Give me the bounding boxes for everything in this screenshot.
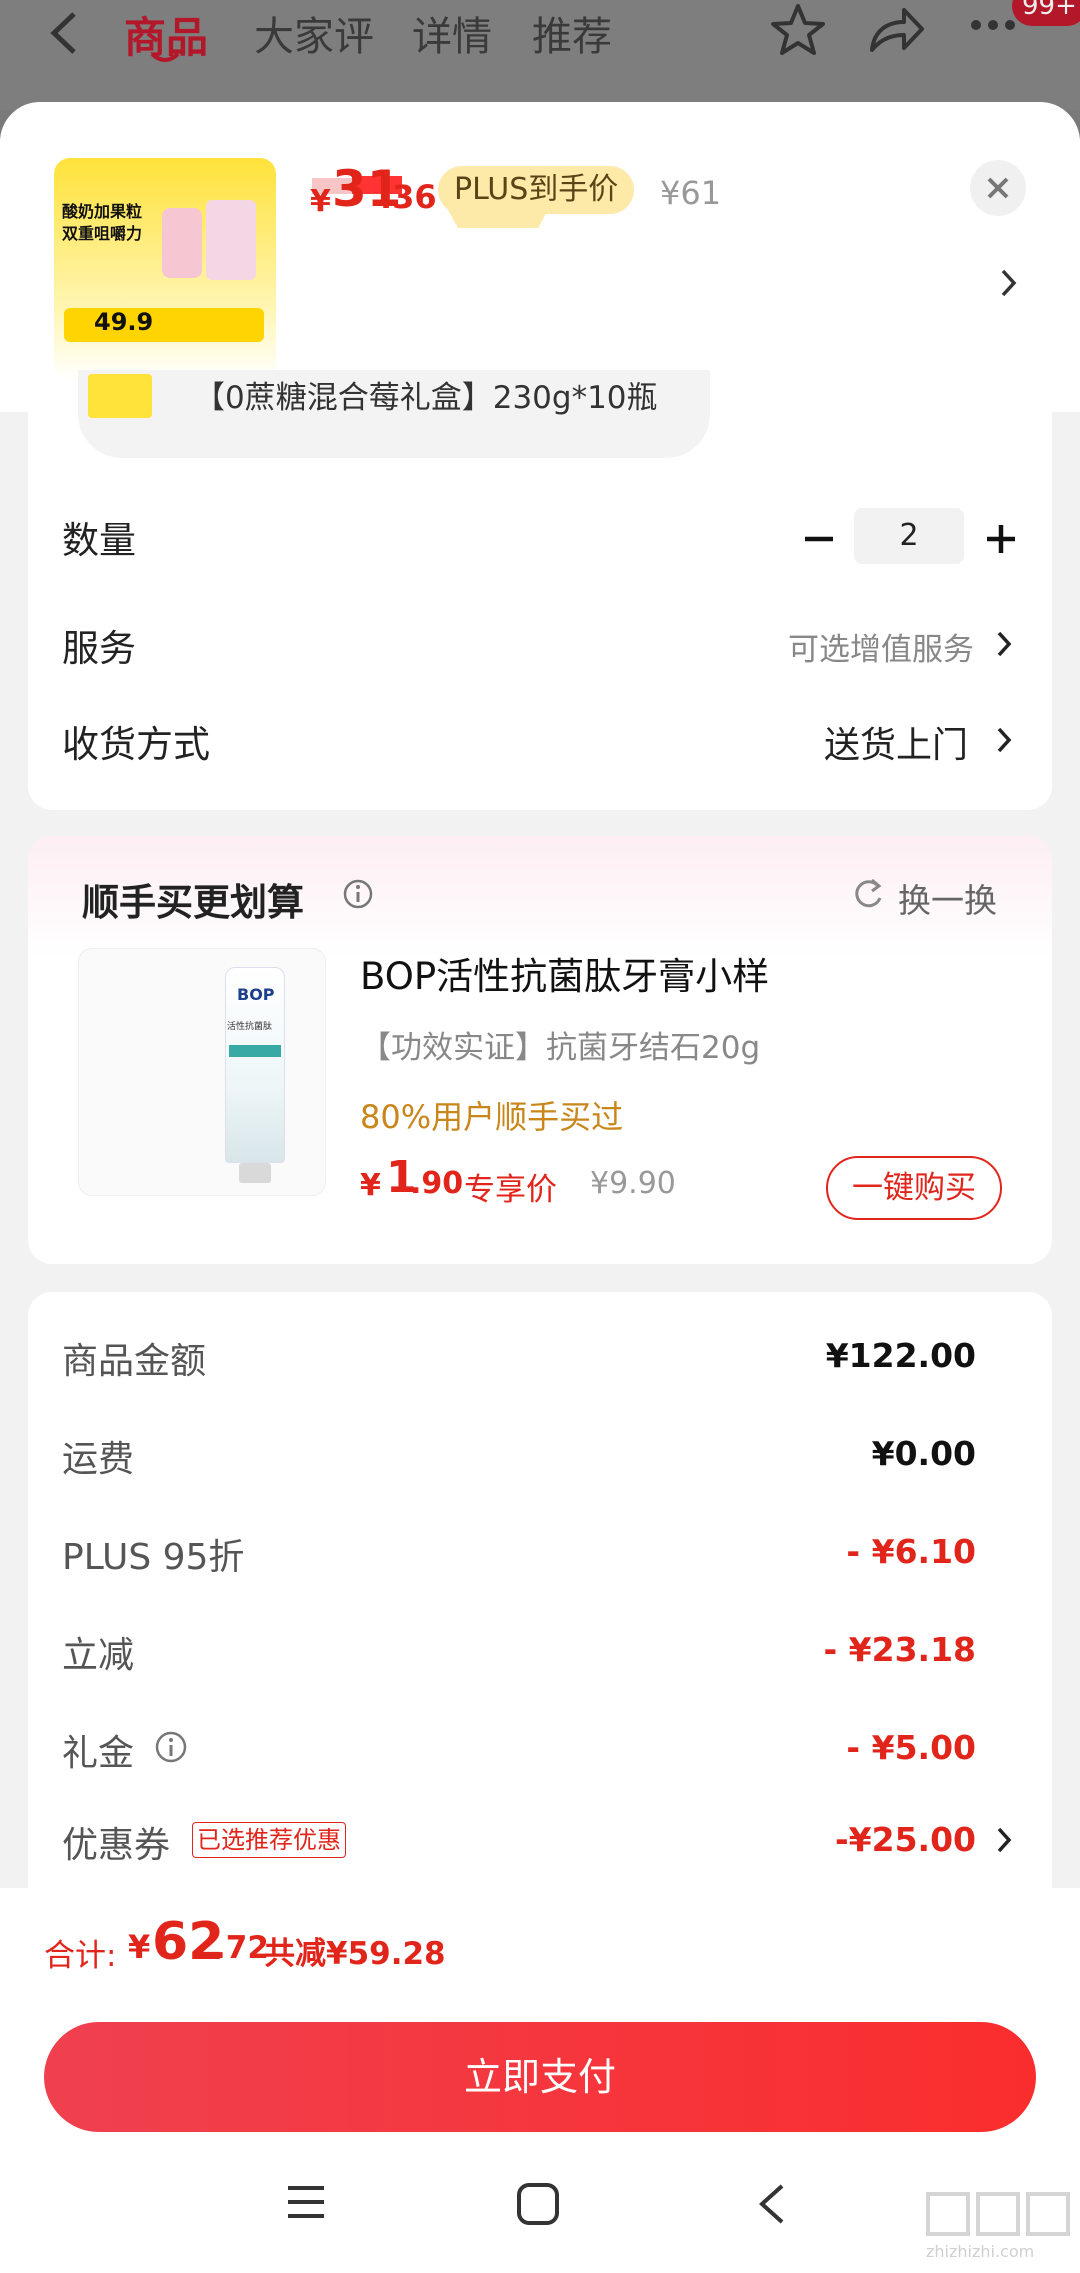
addon-card: 顺手买更划算 换一换 BOP 活性抗菌肽 BOP活性抗菌肽牙膏小样 【功效实证】… — [28, 836, 1052, 1264]
pay-now-button[interactable]: 立即支付 — [44, 2022, 1036, 2132]
home-icon[interactable] — [514, 2180, 562, 2228]
thumb-bottle-shape — [162, 208, 202, 278]
variant-chip[interactable]: 【0蔗糖混合莓礼盒】230g*10瓶 — [78, 370, 710, 458]
chevron-right-icon[interactable] — [994, 628, 1016, 660]
addon-price-currency: ¥ — [360, 1168, 381, 1203]
refresh-button[interactable]: 换一换 — [898, 874, 997, 922]
addon-name[interactable]: BOP活性抗菌肽牙膏小样 — [360, 946, 769, 1000]
addon-social-proof: 80%用户顺手买过 — [360, 1098, 624, 1136]
total-decimal: .72 — [214, 1930, 269, 1966]
close-icon — [987, 177, 1009, 199]
back-icon[interactable] — [44, 8, 84, 58]
product-thumbnail[interactable]: 酸奶加果粒 双重咀嚼力 49.9 — [54, 158, 276, 380]
delivery-value[interactable]: 送货上门 — [824, 716, 968, 768]
variant-text: 【0蔗糖混合莓礼盒】230g*10瓶 — [194, 380, 658, 416]
info-icon[interactable] — [154, 1730, 188, 1764]
plus-price-tag: PLUS到手价 — [438, 166, 635, 214]
sheet-header: 酸奶加果粒 双重咀嚼力 49.9 ¥ 31 .36 PLUS到手价 ¥61 — [0, 102, 1080, 412]
addon-price-dec: .90 — [410, 1166, 464, 1201]
coupon-tag: 已选推荐优惠 — [192, 1822, 346, 1858]
tab-recommend[interactable]: 推荐 — [532, 4, 612, 62]
summary-amount-instant: - ¥23.18 — [823, 1630, 976, 1669]
delivery-label: 收货方式 — [62, 723, 210, 766]
top-nav: 商品 大家评 详情 推荐 99+ — [0, 0, 1080, 110]
addon-original-price: ¥9.90 — [590, 1166, 676, 1201]
price-decimal: .36 — [380, 178, 437, 216]
watermark-glyphs — [926, 2192, 1070, 2236]
summary-label-shipping: 运费 — [62, 1439, 135, 1480]
tab-details[interactable]: 详情 — [412, 4, 492, 62]
addon-price-tag: 专享价 — [464, 1172, 557, 1208]
summary-amount-plus: - ¥6.10 — [846, 1532, 976, 1571]
summary-label-coupon: 优惠券 — [62, 1825, 171, 1866]
total-label: 合计: — [44, 1938, 117, 1974]
thumb-price: 49.9 — [94, 308, 154, 336]
service-label: 服务 — [62, 627, 136, 670]
pack-stripe — [229, 1045, 281, 1057]
notification-badge: 99+ — [1012, 0, 1080, 26]
quantity-label: 数量 — [62, 519, 136, 562]
active-tab-indicator — [150, 52, 180, 62]
service-value[interactable]: 可选增值服务 — [788, 624, 974, 669]
variant-thumb — [88, 374, 152, 418]
pack-brand: BOP — [237, 985, 275, 1004]
plus-tag-tail — [448, 210, 548, 228]
chevron-right-icon[interactable] — [998, 266, 1020, 300]
recent-apps-icon[interactable] — [284, 2180, 328, 2224]
tab-reviews[interactable]: 大家评 — [254, 4, 374, 62]
refresh-icon[interactable] — [850, 876, 886, 912]
summary-amount-subtotal: ¥122.00 — [825, 1336, 976, 1375]
total-currency: ¥ — [128, 1928, 151, 1966]
system-back-icon[interactable] — [754, 2180, 790, 2228]
star-icon[interactable] — [770, 2, 826, 58]
one-click-buy-button[interactable]: 一键购买 — [826, 1156, 1002, 1220]
decrease-button[interactable] — [802, 522, 836, 556]
watermark-text: zhizhizhi.com — [926, 2242, 1035, 2261]
addon-title: 顺手买更划算 — [82, 881, 304, 924]
share-icon[interactable] — [866, 2, 926, 58]
pack-name: 活性抗菌肽 — [227, 1022, 273, 1032]
price-currency: ¥ — [310, 184, 331, 219]
info-icon[interactable] — [342, 878, 374, 910]
options-card: 【0蔗糖混合莓礼盒】230g*10瓶 数量 2 服务 可选增值服务 收货方式 送… — [28, 370, 1052, 810]
summary-amount-gift: - ¥5.00 — [846, 1728, 976, 1767]
thumb-headline-2: 双重咀嚼力 — [62, 224, 143, 243]
total-saved: 共减¥59.28 — [264, 1936, 446, 1972]
chevron-right-icon[interactable] — [994, 1824, 1016, 1856]
addon-desc: 【功效实证】抗菌牙结石20g — [360, 1030, 761, 1066]
original-price: ¥61 — [660, 174, 722, 212]
summary-label-instant: 立减 — [62, 1635, 135, 1676]
summary-label-gift: 礼金 — [62, 1733, 135, 1774]
quantity-input[interactable]: 2 — [854, 508, 964, 564]
summary-label-subtotal: 商品金额 — [62, 1341, 207, 1382]
close-button[interactable] — [970, 160, 1026, 216]
summary-amount-shipping: ¥0.00 — [871, 1434, 976, 1473]
tube-cap — [239, 1163, 271, 1183]
thumb-giftbox-shape — [206, 200, 256, 280]
more-icon[interactable] — [968, 10, 1018, 40]
summary-amount-coupon[interactable]: -¥25.00 — [835, 1820, 976, 1859]
chevron-right-icon[interactable] — [994, 724, 1016, 756]
addon-image[interactable]: BOP 活性抗菌肽 — [78, 948, 326, 1196]
watermark-logo: zhizhizhi.com — [926, 2190, 1076, 2261]
increase-button[interactable] — [984, 522, 1018, 556]
thumb-headline-1: 酸奶加果粒 — [62, 202, 143, 221]
summary-label-plus: PLUS 95折 — [62, 1537, 245, 1578]
